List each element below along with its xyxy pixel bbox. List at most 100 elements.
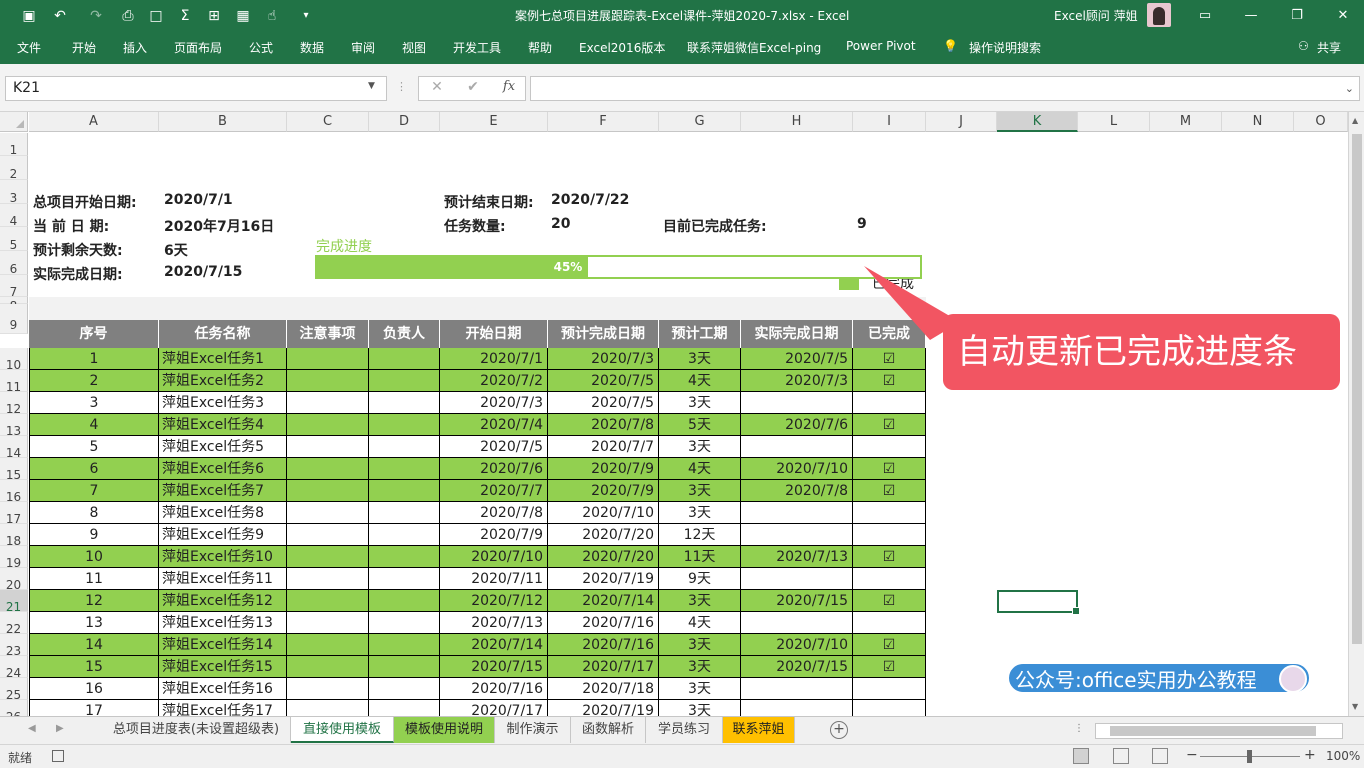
table-cell[interactable]: 12天	[659, 524, 741, 546]
table-cell[interactable]: 3天	[659, 392, 741, 414]
table-cell[interactable]	[741, 524, 853, 546]
customize-toolbar-icon[interactable]: ▾	[296, 6, 316, 26]
table-cell[interactable]: 2020/7/19	[548, 568, 659, 590]
avatar[interactable]	[1147, 3, 1171, 27]
tab-power-pivot[interactable]: Power Pivot	[846, 39, 916, 53]
table-cell[interactable]: ☑	[853, 634, 926, 656]
table-cell[interactable]	[741, 392, 853, 414]
table-cell[interactable]: 11	[29, 568, 159, 590]
table-cell[interactable]: 14	[29, 634, 159, 656]
table-cell[interactable]	[287, 502, 369, 524]
table-cell[interactable]	[287, 414, 369, 436]
table-cell[interactable]: 2020/7/14	[548, 590, 659, 612]
tab-developer[interactable]: 开发工具	[453, 39, 501, 56]
table-cell[interactable]: 1	[29, 348, 159, 370]
tab-insert[interactable]: 插入	[123, 39, 147, 56]
vertical-scroll-thumb[interactable]	[1352, 134, 1362, 644]
minimize-icon[interactable]: —	[1236, 4, 1266, 28]
table-cell[interactable]	[741, 568, 853, 590]
table-cell[interactable]: 6	[29, 458, 159, 480]
table-cell[interactable]: 2	[29, 370, 159, 392]
table-cell[interactable]: 2020/7/4	[440, 414, 548, 436]
table-cell[interactable]	[853, 612, 926, 634]
table-cell[interactable]: 萍姐Excel任务16	[159, 678, 287, 700]
macro-record-icon[interactable]	[52, 750, 64, 762]
table-cell[interactable]: 2020/7/15	[741, 656, 853, 678]
tab-contact[interactable]: 联系萍姐微信Excel-ping	[687, 39, 821, 56]
table-cell[interactable]	[287, 480, 369, 502]
row-header-1[interactable]: 1	[0, 133, 28, 157]
table-cell[interactable]: 12	[29, 590, 159, 612]
table-cell[interactable]: 4	[29, 414, 159, 436]
column-header-a[interactable]: A	[29, 112, 159, 132]
remaining-days-value[interactable]: 6天	[164, 240, 188, 260]
table-cell[interactable]: 萍姐Excel任务10	[159, 546, 287, 568]
autosum-icon[interactable]: Σ	[175, 6, 195, 26]
table-cell[interactable]: 3天	[659, 634, 741, 656]
redo-icon[interactable]: ↷	[86, 6, 106, 26]
row-header-9[interactable]: 9	[0, 304, 28, 334]
table-cell[interactable]	[369, 524, 440, 546]
table-cell[interactable]: 5	[29, 436, 159, 458]
next-sheet-icon[interactable]: ▶	[56, 723, 64, 734]
table-cell[interactable]: 2020/7/7	[548, 436, 659, 458]
row-header-13[interactable]: 13	[0, 414, 28, 438]
row-header-12[interactable]: 12	[0, 392, 28, 416]
row-header-26[interactable]: 26	[0, 700, 28, 716]
table-cell[interactable]	[287, 524, 369, 546]
zoom-in-icon[interactable]: +	[1304, 747, 1316, 763]
completed-count-value[interactable]: 9	[857, 216, 867, 232]
column-header-l[interactable]: L	[1078, 112, 1150, 132]
table-cell[interactable]: 2020/7/1	[440, 348, 548, 370]
current-date-value[interactable]: 2020年7月16日	[164, 216, 274, 236]
table-cell[interactable]	[287, 634, 369, 656]
table-cell[interactable]: 萍姐Excel任务17	[159, 700, 287, 716]
table-cell[interactable]: 萍姐Excel任务6	[159, 458, 287, 480]
table-cell[interactable]	[741, 700, 853, 716]
row-header-11[interactable]: 11	[0, 370, 28, 394]
scroll-up-icon[interactable]: ▲	[1352, 116, 1358, 125]
tab-page-layout[interactable]: 页面布局	[174, 39, 222, 56]
table-cell[interactable]: 2020/7/15	[440, 656, 548, 678]
tab-file[interactable]: 文件	[17, 39, 41, 56]
table-cell[interactable]: 2020/7/17	[440, 700, 548, 716]
table-cell[interactable]: 7	[29, 480, 159, 502]
row-header-19[interactable]: 19	[0, 546, 28, 570]
table-cell[interactable]: 2020/7/8	[440, 502, 548, 524]
table-cell[interactable]: 3天	[659, 700, 741, 716]
column-header-b[interactable]: B	[159, 112, 287, 132]
table-icon[interactable]: ▦	[233, 6, 253, 26]
table-cell[interactable]	[741, 612, 853, 634]
sheet-tab[interactable]: 制作演示	[495, 717, 571, 743]
normal-view-icon[interactable]	[1073, 748, 1089, 764]
table-cell[interactable]: 2020/7/2	[440, 370, 548, 392]
column-header-d[interactable]: D	[369, 112, 440, 132]
ribbon-display-icon[interactable]: ▭	[1190, 4, 1220, 28]
table-cell[interactable]	[287, 700, 369, 716]
table-cell[interactable]: 2020/7/5	[548, 392, 659, 414]
row-header-4[interactable]: 4	[0, 204, 28, 228]
table-cell[interactable]: 13	[29, 612, 159, 634]
zoom-out-icon[interactable]: −	[1186, 747, 1198, 763]
row-header-17[interactable]: 17	[0, 502, 28, 526]
table-cell[interactable]: 2020/7/17	[548, 656, 659, 678]
table-cell[interactable]: ☑	[853, 458, 926, 480]
table-cell[interactable]	[369, 370, 440, 392]
sheet-tab[interactable]: 学员练习	[646, 717, 723, 743]
table-cell[interactable]: 5天	[659, 414, 741, 436]
sheet-tab[interactable]: 联系萍姐	[723, 717, 795, 743]
table-cell[interactable]	[369, 392, 440, 414]
row-header-25[interactable]: 25	[0, 678, 28, 702]
table-cell[interactable]	[369, 546, 440, 568]
zoom-slider-knob[interactable]	[1247, 750, 1252, 763]
column-header-m[interactable]: M	[1150, 112, 1222, 132]
table-cell[interactable]	[369, 414, 440, 436]
table-cell[interactable]: 2020/7/16	[440, 678, 548, 700]
table-cell[interactable]: 3天	[659, 502, 741, 524]
table-cell[interactable]	[369, 458, 440, 480]
task-count-value[interactable]: 20	[551, 216, 570, 232]
row-header-15[interactable]: 15	[0, 458, 28, 482]
zoom-level[interactable]: 100%	[1326, 749, 1360, 763]
table-cell[interactable]: 2020/7/10	[741, 458, 853, 480]
insert-function-button[interactable]: fx	[499, 79, 519, 94]
